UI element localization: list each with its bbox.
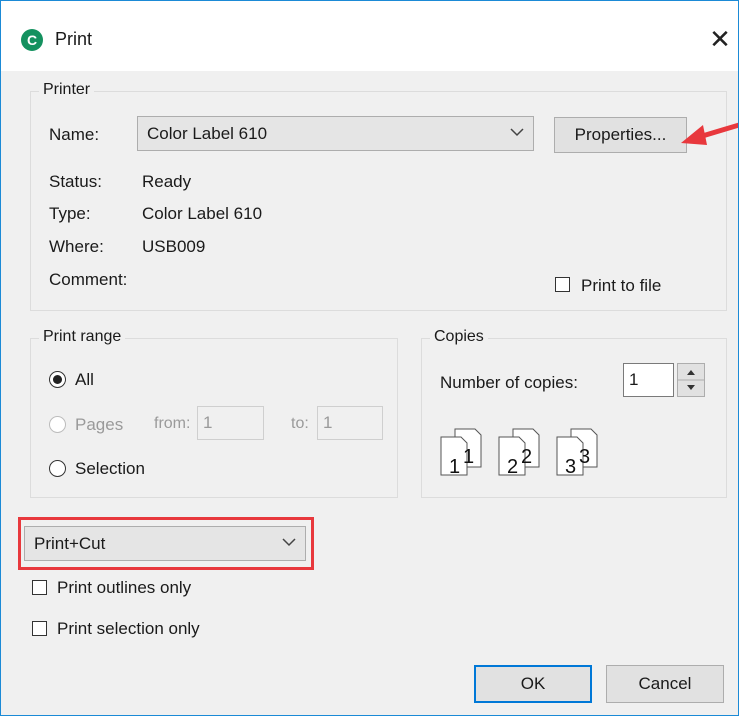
print-dialog: C Print ✕ Printer Name: Color Label 610 … [0, 0, 739, 716]
printer-name-value: Color Label 610 [147, 123, 268, 143]
pages-label[interactable]: Pages [75, 415, 123, 435]
printer-name-label: Name: [49, 125, 100, 144]
app-logo-icon: C [21, 29, 43, 51]
collate-digit: 3 [565, 456, 576, 478]
all-label[interactable]: All [75, 370, 94, 390]
collate-digit: 1 [463, 446, 474, 468]
to-label: to: [291, 415, 309, 432]
collate-digit: 2 [521, 446, 532, 468]
collate-pages-icon: 1 1 2 2 3 3 [440, 428, 598, 478]
print-selection-only-checkbox[interactable] [32, 621, 47, 636]
print-to-file-label[interactable]: Print to file [581, 276, 661, 296]
copies-spinner[interactable] [677, 363, 705, 397]
ok-button-label: OK [520, 674, 546, 693]
status-value: Ready [142, 172, 192, 191]
selection-radio[interactable] [49, 460, 66, 477]
number-of-copies-label: Number of copies: [440, 373, 578, 392]
spin-arrows-icon [678, 370, 704, 390]
from-input[interactable]: 1 [197, 406, 264, 440]
collate-digit: 3 [579, 446, 590, 468]
print-outlines-only-label[interactable]: Print outlines only [57, 578, 191, 598]
collate-digit: 1 [449, 456, 460, 478]
type-value: Color Label 610 [142, 204, 263, 223]
status-label: Status: [49, 172, 102, 191]
selection-label[interactable]: Selection [75, 459, 145, 479]
properties-button-label: Properties... [574, 125, 667, 144]
where-label: Where: [49, 237, 104, 256]
red-arrow-icon [681, 122, 738, 145]
chevron-down-icon [510, 127, 524, 136]
pages-radio[interactable] [49, 416, 66, 433]
title-bar: C Print ✕ [1, 1, 738, 71]
chevron-down-icon [282, 537, 296, 546]
ok-button[interactable]: OK [474, 665, 592, 703]
close-icon: ✕ [709, 24, 731, 54]
type-label: Type: [49, 204, 91, 223]
window-title: Print [55, 29, 93, 49]
printer-group-label: Printer [39, 81, 95, 99]
copies-value: 1 [629, 370, 639, 389]
all-radio[interactable] [49, 371, 66, 388]
from-label: from: [154, 415, 191, 432]
cancel-button-label: Cancel [638, 674, 692, 693]
print-mode-value: Print+Cut [34, 533, 106, 553]
properties-button[interactable]: Properties... [554, 117, 687, 153]
to-input[interactable]: 1 [317, 406, 383, 440]
printer-name-select[interactable]: Color Label 610 [137, 116, 534, 151]
comment-label: Comment: [49, 270, 128, 289]
print-selection-only-label[interactable]: Print selection only [57, 619, 200, 639]
cancel-button[interactable]: Cancel [606, 665, 724, 703]
print-outlines-only-checkbox[interactable] [32, 580, 47, 595]
print-to-file-checkbox[interactable] [555, 277, 570, 292]
copies-input[interactable]: 1 [623, 363, 674, 397]
close-button[interactable]: ✕ [703, 19, 737, 59]
where-value: USB009 [142, 237, 206, 256]
print-range-group-label: Print range [39, 328, 126, 346]
print-mode-select[interactable]: Print+Cut [24, 526, 306, 561]
copies-group-label: Copies [430, 328, 488, 346]
collate-digit: 2 [507, 456, 518, 478]
